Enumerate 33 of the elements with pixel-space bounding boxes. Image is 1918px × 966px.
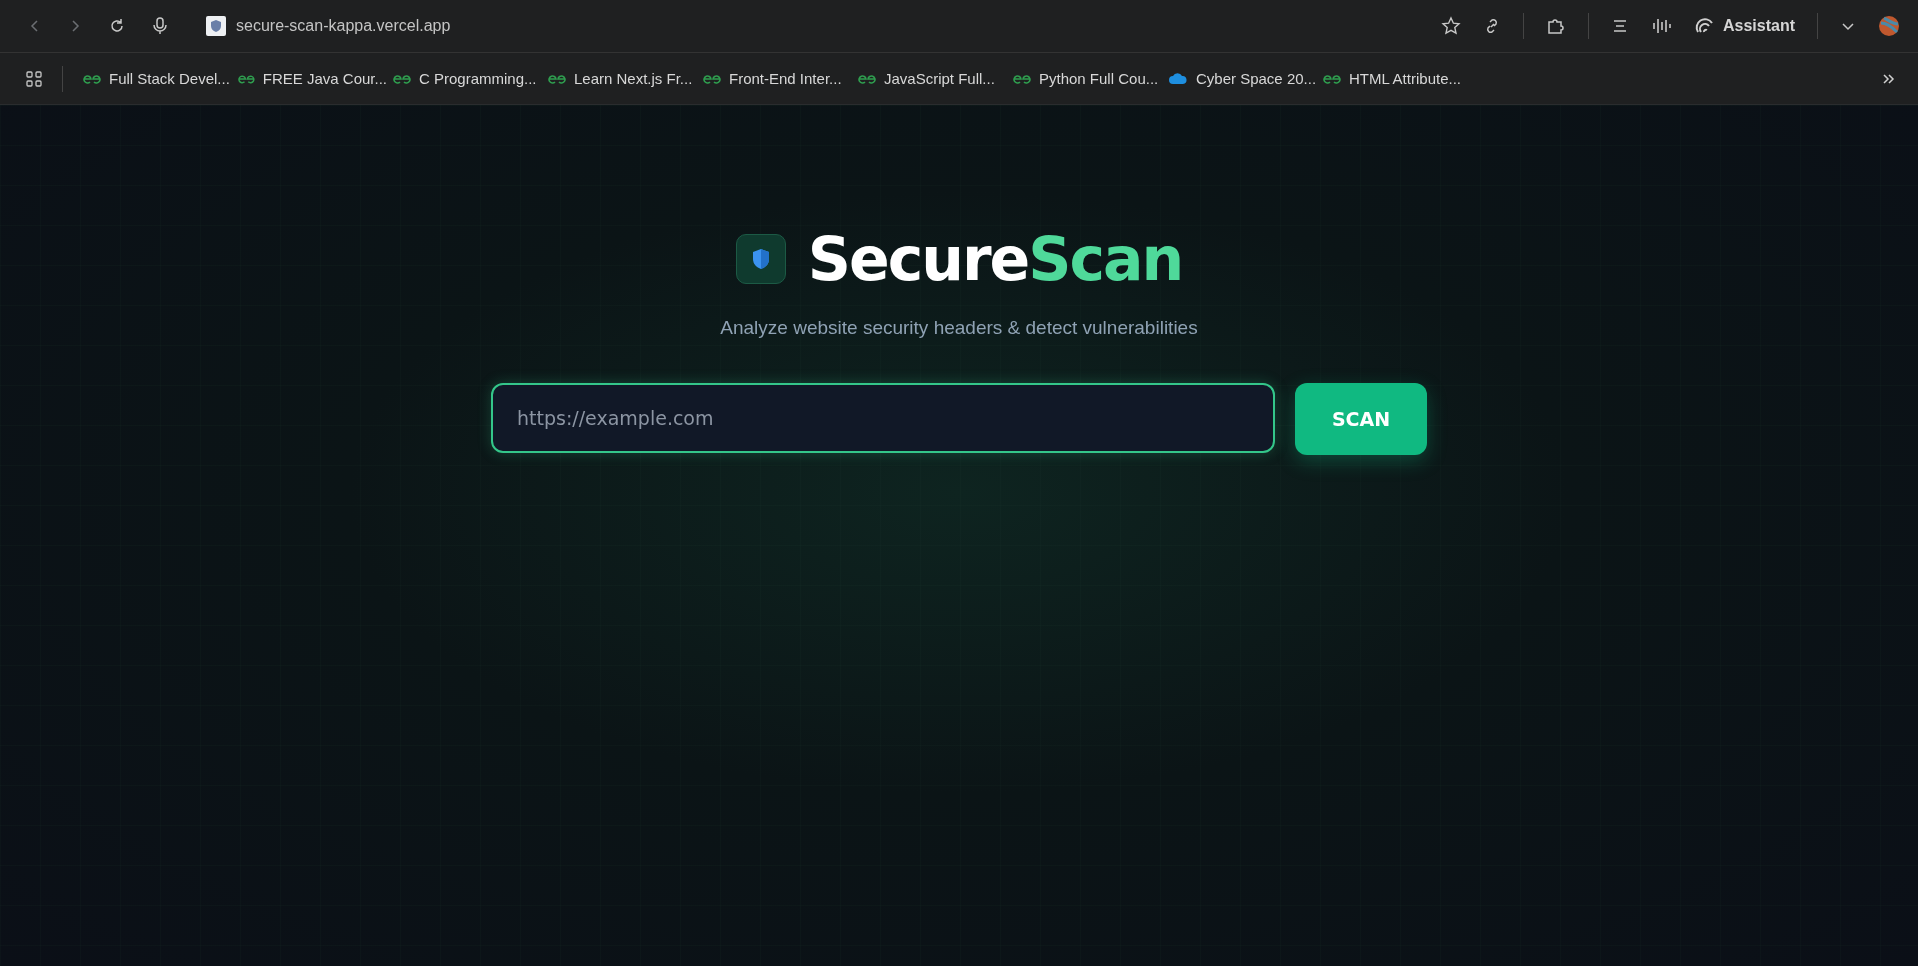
assistant-button[interactable]: Assistant — [1694, 16, 1795, 36]
bookmark-link[interactable]: Learn Next.js Fr... — [548, 70, 703, 87]
bookmark-link[interactable]: Python Full Cou... — [1013, 70, 1168, 87]
microphone-icon[interactable] — [152, 17, 168, 35]
double-g-icon — [238, 73, 255, 84]
shield-logo-icon — [735, 234, 786, 284]
double-g-icon — [1013, 73, 1031, 84]
double-g-icon — [83, 73, 101, 84]
bookmark-link[interactable]: C Programming... — [393, 70, 548, 87]
puzzle-icon[interactable] — [1545, 16, 1566, 36]
url-input-field[interactable]: https://example.com — [491, 383, 1275, 453]
app-title: SecureScan — [807, 229, 1183, 289]
subtitle-text: Analyze website security headers & detect vulnerabilities — [720, 317, 1198, 339]
audio-wave-icon[interactable] — [1650, 17, 1673, 35]
double-g-icon — [703, 73, 721, 84]
double-g-icon — [393, 73, 411, 84]
profile-avatar-icon[interactable] — [1878, 15, 1900, 37]
reload-icon[interactable] — [108, 17, 126, 35]
apps-grid-icon[interactable] — [26, 70, 42, 87]
bookmark-link[interactable]: HTML Attribute... — [1323, 70, 1478, 87]
double-g-icon — [1323, 73, 1341, 84]
bookmark-link[interactable]: Front-End Inter... — [703, 70, 858, 87]
cloud-icon — [1168, 72, 1188, 85]
double-chevron-icon[interactable] — [1882, 71, 1896, 86]
site-favicon-icon — [206, 16, 226, 36]
double-g-icon — [548, 73, 566, 84]
star-icon[interactable] — [1440, 16, 1461, 36]
double-g-icon — [858, 73, 876, 84]
bookmark-link[interactable]: Cyber Space 20... — [1168, 70, 1323, 87]
bookmark-link[interactable]: Full Stack Devel... — [83, 70, 238, 87]
bookmark-link[interactable]: FREE Java Cour... — [238, 70, 393, 87]
address-bar-url[interactable]: secure-scan-kappa.vercel.app — [236, 17, 451, 35]
bookmark-link[interactable]: JavaScript Full... — [858, 70, 1013, 87]
